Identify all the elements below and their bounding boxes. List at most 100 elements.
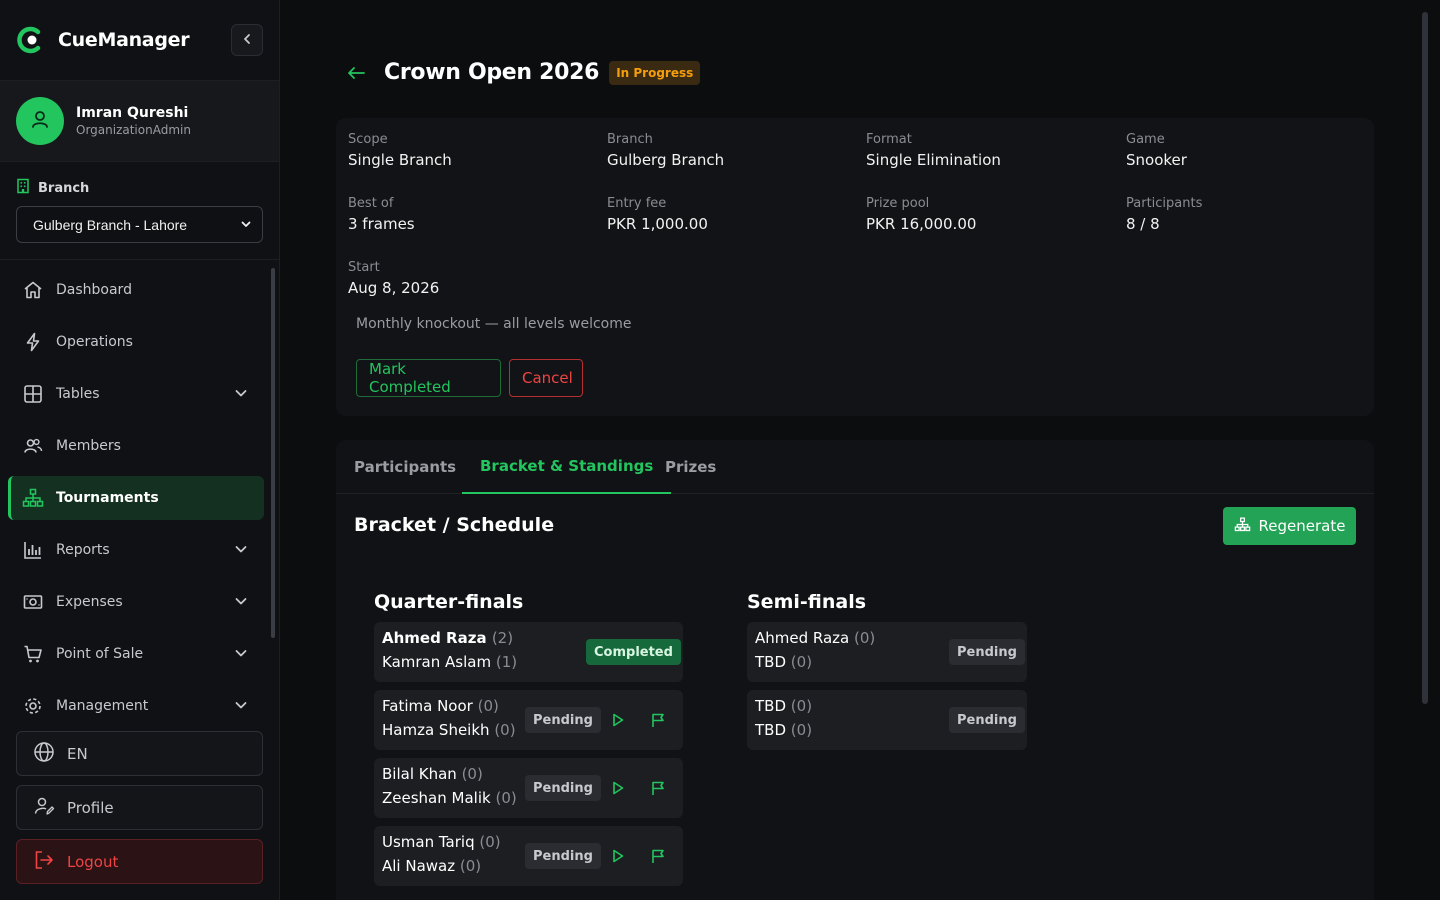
match-player-1: Bilal Khan (0) <box>382 765 483 783</box>
player-score: (0) <box>494 721 516 739</box>
globe-icon <box>33 741 55 767</box>
sidebar-item-reports[interactable]: Reports <box>8 528 264 572</box>
sidebar-item-tournaments[interactable]: Tournaments <box>8 476 264 520</box>
logout-icon <box>33 849 55 875</box>
status-badge: In Progress <box>609 60 701 85</box>
main-content: Crown Open 2026 In Progress Scope Single… <box>280 0 1430 900</box>
match-player-2: TBD (0) <box>755 721 812 739</box>
back-arrow-icon[interactable] <box>346 65 366 81</box>
play-icon[interactable] <box>606 776 630 800</box>
round-title-quarter-finals: Quarter-finals <box>374 591 524 613</box>
chevron-down-icon <box>234 646 248 664</box>
player-name: Zeeshan Malik <box>382 789 491 807</box>
sidebar-scrollbar[interactable] <box>271 268 275 638</box>
player-name: Ali Nawaz <box>382 857 456 875</box>
player-score: (0) <box>477 697 499 715</box>
player-score: (2) <box>491 629 514 647</box>
match-card: Bilal Khan (0) Zeeshan Malik (0) Pending <box>374 758 683 818</box>
sidebar-item-label: Tables <box>56 386 100 402</box>
field-label: Participants <box>1126 196 1203 211</box>
sidebar-item-label: Expenses <box>56 594 123 610</box>
gear-icon <box>22 695 44 714</box>
match-status-badge: Pending <box>525 843 601 869</box>
play-icon[interactable] <box>606 708 630 732</box>
chevron-down-icon <box>234 386 248 404</box>
play-icon[interactable] <box>606 844 630 868</box>
field-label: Branch <box>607 132 653 147</box>
sidebar-item-label: Operations <box>56 334 133 350</box>
field-format: Format Single Elimination <box>866 132 1001 169</box>
field-value: Snooker <box>1126 151 1187 169</box>
logout-button[interactable]: Logout <box>16 839 263 884</box>
flag-icon[interactable] <box>646 708 670 732</box>
field-label: Prize pool <box>866 196 930 211</box>
player-score: (0) <box>479 833 501 851</box>
match-card: Ahmed Raza (0) TBD (0) Pending <box>747 622 1027 682</box>
profile-button[interactable]: Profile <box>16 785 263 830</box>
user-card: Imran Qureshi OrganizationAdmin <box>0 80 279 162</box>
player-name: Bilal Khan <box>382 765 457 783</box>
match-player-2: TBD (0) <box>755 653 812 671</box>
sidebar-item-dashboard[interactable]: Dashboard <box>8 268 264 312</box>
page-scrollbar[interactable] <box>1420 0 1430 900</box>
field-participants: Participants 8 / 8 <box>1126 196 1202 233</box>
page-title: Crown Open 2026 <box>384 60 600 85</box>
chevron-down-icon <box>234 594 248 612</box>
tab-prizes[interactable]: Prizes <box>665 440 716 494</box>
match-player-1: Ahmed Raza (0) <box>755 629 875 647</box>
home-icon <box>22 279 44 301</box>
field-label: Best of <box>348 196 394 211</box>
match-status-badge: Pending <box>525 775 601 801</box>
sidebar-item-management[interactable]: Management <box>8 684 264 714</box>
avatar <box>16 97 64 145</box>
flag-icon[interactable] <box>646 776 670 800</box>
page-scrollbar-thumb[interactable] <box>1422 12 1428 704</box>
field-branch: Branch Gulberg Branch <box>607 132 724 169</box>
match-player-1: Fatima Noor (0) <box>382 697 499 715</box>
player-score: (1) <box>495 653 518 671</box>
match-player-2: Ali Nawaz (0) <box>382 857 481 875</box>
sidebar-nav: Dashboard Operations Tables Members Tour… <box>8 264 264 714</box>
field-value: 8 / 8 <box>1126 215 1160 233</box>
field-label: Entry fee <box>607 196 667 211</box>
collapse-sidebar-button[interactable] <box>231 24 263 56</box>
field-scope: Scope Single Branch <box>348 132 452 169</box>
user-name: Imran Qureshi <box>76 105 189 121</box>
grid-icon <box>22 383 44 405</box>
player-score: (0) <box>495 789 517 807</box>
field-label: Scope <box>348 132 388 147</box>
player-name: Usman Tariq <box>382 833 475 851</box>
bolt-icon <box>22 331 44 353</box>
match-player-2: Kamran Aslam (1) <box>382 653 517 671</box>
tab-bracket-standings[interactable]: Bracket & Standings <box>462 440 672 494</box>
sidebar-item-expenses[interactable]: Expenses <box>8 580 264 624</box>
match-status-badge: Completed <box>586 639 681 665</box>
sidebar-item-tables[interactable]: Tables <box>8 372 264 416</box>
field-label: Format <box>866 132 912 147</box>
sidebar-item-members[interactable]: Members <box>8 424 264 468</box>
branch-select-value: Gulberg Branch - Lahore <box>33 216 188 233</box>
page-header: Crown Open 2026 In Progress <box>346 60 701 85</box>
field-prize-pool: Prize pool PKR 16,000.00 <box>866 196 976 233</box>
player-name: Hamza Sheikh <box>382 721 490 739</box>
field-best-of: Best of 3 frames <box>348 196 415 233</box>
section-title: Bracket / Schedule <box>354 514 555 536</box>
match-player-2: Zeeshan Malik (0) <box>382 789 517 807</box>
regenerate-button[interactable]: Regenerate <box>1223 507 1356 545</box>
branch-select[interactable]: Gulberg Branch - Lahore <box>16 206 263 243</box>
match-card: Fatima Noor (0) Hamza Sheikh (0) Pending <box>374 690 683 750</box>
mark-completed-button[interactable]: Mark Completed <box>356 359 501 397</box>
match-status-badge: Pending <box>525 707 601 733</box>
sidebar-item-operations[interactable]: Operations <box>8 320 264 364</box>
chevron-down-icon <box>234 698 248 714</box>
flag-icon[interactable] <box>646 844 670 868</box>
field-value: PKR 1,000.00 <box>607 215 708 233</box>
player-score: (0) <box>459 857 482 875</box>
cancel-button[interactable]: Cancel <box>509 359 583 397</box>
language-button[interactable]: EN <box>16 731 263 776</box>
field-label: Start <box>348 260 380 275</box>
regenerate-label: Regenerate <box>1258 517 1346 535</box>
sidebar-item-point-of-sale[interactable]: Point of Sale <box>8 632 264 676</box>
match-player-1: Usman Tariq (0) <box>382 833 501 851</box>
tab-participants[interactable]: Participants <box>354 440 456 494</box>
